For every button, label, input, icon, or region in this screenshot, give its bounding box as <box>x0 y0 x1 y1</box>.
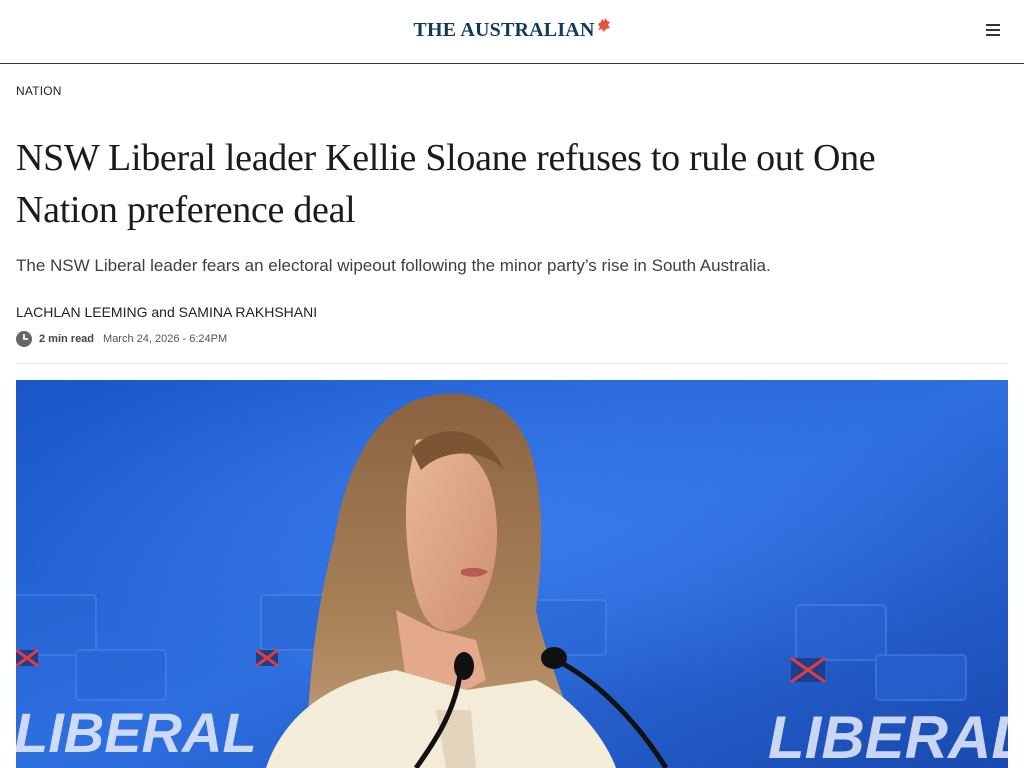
site-logo[interactable]: THE AUSTRALIAN <box>0 18 1024 42</box>
backdrop-word: LIBERAL <box>768 704 1008 768</box>
author-joiner: and <box>151 304 175 320</box>
publish-date: March 24, 2026 - 6:24PM <box>103 333 228 345</box>
article-headline: NSW Liberal leader Kellie Sloane refuses… <box>16 137 876 231</box>
author-link[interactable]: SAMINA RAKHSHANI <box>179 304 317 320</box>
clock-icon <box>16 331 32 347</box>
article-meta: 2 min read March 24, 2026 - 6:24PM <box>16 331 227 347</box>
hero-photo: LIBERAL LIBERAL <box>16 380 1008 768</box>
site-logo-text: THE AUSTRALIAN <box>413 19 595 41</box>
backdrop-word: LIBERAL <box>16 701 257 764</box>
read-time: 2 min read <box>39 333 95 345</box>
hero-image[interactable]: LIBERAL LIBERAL <box>16 380 1008 768</box>
byline: LACHLAN LEEMING and SAMINA RAKHSHANI <box>16 304 317 320</box>
flame-icon <box>597 18 610 32</box>
article-standfirst: The NSW Liberal leader fears an electora… <box>16 256 771 275</box>
divider <box>16 363 1008 364</box>
hamburger-menu-icon[interactable] <box>986 24 1000 38</box>
section-link[interactable]: NATION <box>16 84 62 98</box>
author-link[interactable]: LACHLAN LEEMING <box>16 304 147 320</box>
masthead: THE AUSTRALIAN <box>0 0 1024 64</box>
